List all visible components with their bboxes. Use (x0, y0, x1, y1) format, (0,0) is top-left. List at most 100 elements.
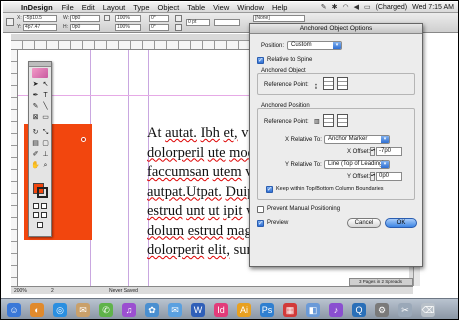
bluetooth-icon[interactable]: ✱ (332, 3, 338, 11)
pen-tool-icon[interactable]: ✒ (31, 91, 40, 100)
word-icon[interactable]: W (191, 303, 205, 317)
normal-view-icon[interactable] (33, 212, 39, 218)
utilities-icon[interactable]: ✂ (398, 303, 412, 317)
constrain-icon[interactable] (104, 15, 110, 21)
apply-none-icon[interactable] (41, 203, 47, 209)
menu-object[interactable]: Object (158, 3, 180, 12)
rotate-field[interactable]: 0° (149, 15, 169, 22)
pencil-tool-icon[interactable]: ✎ (31, 102, 40, 111)
line-tool-icon[interactable]: ╲ (41, 102, 50, 111)
x-offset-stepper[interactable]: ▴▾ (370, 147, 375, 156)
tools-title-bar[interactable] (29, 62, 51, 67)
photoshop-icon[interactable]: Ps (260, 303, 274, 317)
menu-layout[interactable]: Layout (103, 3, 126, 12)
hand-tool-icon[interactable]: ✋ (31, 161, 40, 170)
app-name[interactable]: InDesign (21, 3, 53, 12)
prevent-manual-checkbox[interactable] (257, 206, 264, 213)
menu-table[interactable]: Table (187, 3, 205, 12)
measure-tool-icon[interactable]: ⊥ (41, 150, 50, 159)
mail-icon[interactable]: ✉ (168, 303, 182, 317)
battery-status: (Charged) (375, 3, 408, 11)
shear-field[interactable]: 0° (149, 24, 169, 31)
preview-mode-icon[interactable] (41, 212, 47, 218)
stroke-weight-field[interactable]: 0 pt (186, 19, 210, 26)
rotate-tool-icon[interactable]: ↻ (31, 128, 40, 137)
scale-x-field[interactable]: 100% (115, 15, 141, 22)
eyedropper-tool-icon[interactable]: ✐ (31, 150, 40, 159)
type-tool-icon[interactable]: T (41, 91, 50, 100)
safari-icon[interactable]: ◎ (53, 303, 67, 317)
dialog-title[interactable]: Anchored Object Options (250, 24, 422, 34)
vertical-ruler[interactable] (11, 50, 18, 286)
preview-icon[interactable]: ◧ (306, 303, 320, 317)
iphoto-icon[interactable]: ✿ (145, 303, 159, 317)
scale-y-field[interactable]: 100% (115, 24, 141, 31)
menu-file[interactable]: File (62, 3, 74, 12)
clock[interactable]: Wed 7:15 AM (412, 4, 454, 11)
wifi-icon[interactable]: ◠ (342, 3, 348, 11)
y-offset-stepper[interactable]: ▴▾ (370, 172, 375, 181)
itunes-music-icon[interactable]: ♪ (329, 303, 343, 317)
position-reference-point-left-icon[interactable] (323, 114, 334, 127)
battery-icon[interactable]: ▭ (364, 3, 371, 11)
stroke-swatch[interactable] (37, 187, 48, 198)
object-reference-point-left-icon[interactable] (323, 77, 334, 90)
keep-within-checkbox[interactable]: ✓ (266, 186, 273, 193)
x-relative-select[interactable]: Anchor Marker ▾ (324, 135, 390, 144)
ok-button[interactable]: OK (385, 218, 417, 228)
note-tool-icon[interactable]: ▢ (41, 139, 50, 148)
scale-tool-icon[interactable]: ⤡ (41, 128, 50, 137)
trash-icon[interactable]: ⌫ (421, 303, 435, 317)
selection-tool-icon[interactable]: ➤ (31, 80, 40, 89)
screen-mode-icon[interactable] (37, 222, 43, 228)
x-offset-input[interactable]: -7p0 (376, 147, 402, 156)
relative-to-spine-checkbox[interactable]: ✓ (257, 57, 264, 64)
rectangle-tool-icon[interactable]: ▭ (41, 113, 50, 122)
zoom-tool-icon[interactable]: ⌕ (41, 161, 50, 170)
w-field[interactable]: 0p0 (70, 15, 100, 22)
y-field[interactable]: 4p7.47 (23, 24, 57, 31)
apply-color-icon[interactable] (33, 203, 39, 209)
select-container-icon[interactable] (175, 24, 182, 31)
menu-view[interactable]: View (213, 3, 229, 12)
menu-window[interactable]: Window (237, 3, 264, 12)
zoom-level[interactable]: 200% (14, 287, 27, 295)
page-number[interactable]: 2 (51, 287, 54, 295)
finder-icon[interactable]: ☺ (7, 303, 21, 317)
x-relative-value: Anchor Marker (328, 136, 368, 142)
cancel-button[interactable]: Cancel (347, 218, 381, 228)
menu-edit[interactable]: Edit (82, 3, 95, 12)
address-book-icon[interactable]: ✉ (76, 303, 90, 317)
y-relative-select[interactable]: Line (Top of Leading) ▾ (324, 160, 390, 169)
menu-help[interactable]: Help (272, 3, 287, 12)
gradient-tool-icon[interactable]: ▤ (31, 139, 40, 148)
scripts-icon[interactable]: ✎ (321, 3, 327, 11)
ichat-icon[interactable]: ✆ (99, 303, 113, 317)
pages-panel[interactable]: 3 Pages in 2 Spreads (349, 278, 413, 286)
object-reference-point-right-icon[interactable] (337, 77, 348, 90)
preview-checkbox[interactable]: ✓ (257, 220, 264, 227)
h-field[interactable]: 0p0 (70, 24, 100, 31)
system-preferences-icon[interactable]: ⚙ (375, 303, 389, 317)
illustrator-icon[interactable]: Ai (237, 303, 251, 317)
style-field[interactable]: [None] (253, 15, 305, 22)
quicktime-icon[interactable]: Q (352, 303, 366, 317)
position-select[interactable]: Custom ▾ (287, 41, 342, 50)
itunes-icon[interactable]: ♫ (122, 303, 136, 317)
frame-tool-icon[interactable]: ⊠ (31, 113, 40, 122)
x-field[interactable]: -5p10.5 (23, 15, 57, 22)
volume-icon[interactable]: ◀ (354, 3, 359, 11)
direct-selection-tool-icon[interactable]: ↖ (41, 80, 50, 89)
y-relative-value: Line (Top of Leading) (328, 161, 385, 167)
calendar-icon[interactable]: ▦ (283, 303, 297, 317)
anchor-marker-icon[interactable] (81, 137, 86, 142)
preflight-status[interactable]: Never Saved (109, 287, 138, 295)
reference-point-icon[interactable] (6, 18, 14, 26)
y-offset-input[interactable]: 0p0 (376, 172, 402, 181)
position-reference-point-right-icon[interactable] (337, 114, 348, 127)
menu-type[interactable]: Type (133, 3, 149, 12)
indesign-icon[interactable]: Id (214, 303, 228, 317)
flip-icon[interactable] (175, 15, 182, 22)
stroke-type-field[interactable] (214, 19, 240, 26)
dashboard-icon[interactable]: ◐ (30, 303, 44, 317)
